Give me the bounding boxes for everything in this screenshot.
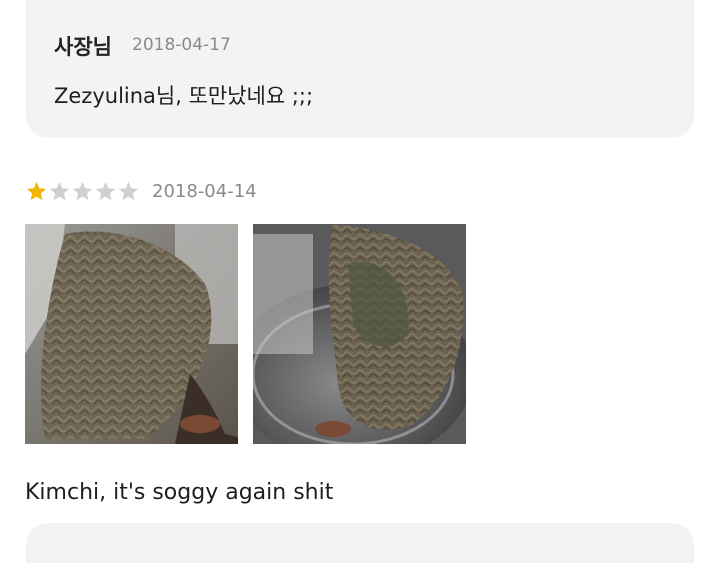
review-text: Kimchi, it's soggy again shit [25,480,334,505]
next-reply-card [26,523,694,563]
star-filled-icon [26,181,47,200]
soggy-noodles-in-container-photo-icon [253,224,466,444]
soggy-noodles-photo-icon [25,224,238,444]
review-photo-1[interactable] [25,224,238,444]
star-empty-icon [118,181,139,200]
review-photo-2[interactable] [253,224,466,444]
star-empty-icon [72,181,93,200]
star-empty-icon [95,181,116,200]
reply-text: Zezyulina님, 또만났네요 ;;; [54,84,314,108]
star-empty-icon [49,181,70,200]
reply-date: 2018-04-17 [132,35,231,55]
review-date: 2018-04-14 [152,181,257,202]
owner-reply-card: 사장님 2018-04-17 Zezyulina님, 또만났네요 ;;; [26,0,694,138]
star-rating [25,177,140,205]
reply-author: 사장님 [54,35,112,59]
